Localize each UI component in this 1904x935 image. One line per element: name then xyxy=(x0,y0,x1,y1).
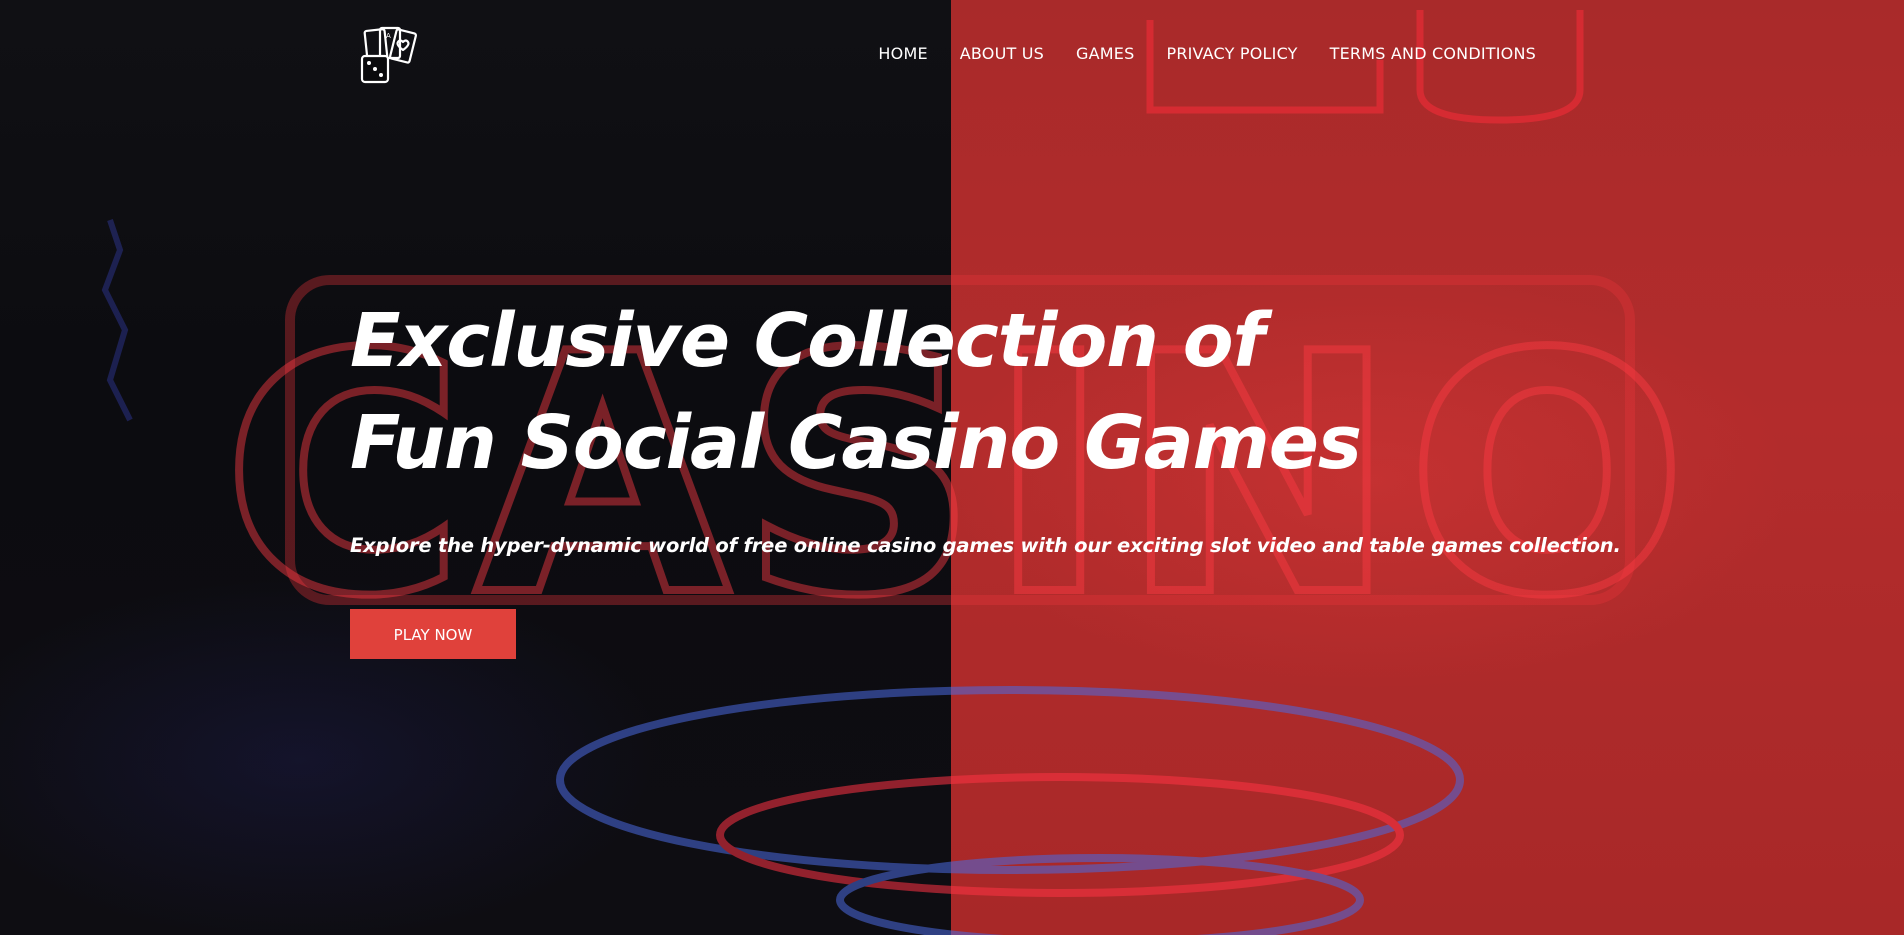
main-navigation: HOME ABOUT US GAMES PRIVACY POLICY TERMS… xyxy=(878,44,1536,63)
hero-title: Exclusive Collection of Fun Social Casin… xyxy=(350,290,1650,494)
nav-item-privacy-policy[interactable]: PRIVACY POLICY xyxy=(1166,44,1297,63)
hero-subtitle: Explore the hyper-dynamic world of free … xyxy=(350,534,1621,557)
site-header: A HOME ABOUT US GAMES PRIVACY POLICY TER… xyxy=(0,0,1904,110)
svg-text:A: A xyxy=(386,32,391,40)
nav-item-home[interactable]: HOME xyxy=(878,44,927,63)
hero-section: CASINO A HOME ABOUT US GAMES PRIVACY POL… xyxy=(0,0,1904,935)
nav-item-about-us[interactable]: ABOUT US xyxy=(960,44,1044,63)
nav-item-games[interactable]: GAMES xyxy=(1076,44,1134,63)
hero-content: Exclusive Collection of Fun Social Casin… xyxy=(350,290,1650,659)
hero-title-line-1: Exclusive Collection of xyxy=(350,298,1265,384)
hero-title-line-2: Fun Social Casino Games xyxy=(350,400,1362,486)
playing-cards-and-dice-icon[interactable]: A xyxy=(360,24,422,86)
nav-item-terms-and-conditions[interactable]: TERMS AND CONDITIONS xyxy=(1330,44,1536,63)
play-now-button[interactable]: PLAY NOW xyxy=(350,609,516,659)
